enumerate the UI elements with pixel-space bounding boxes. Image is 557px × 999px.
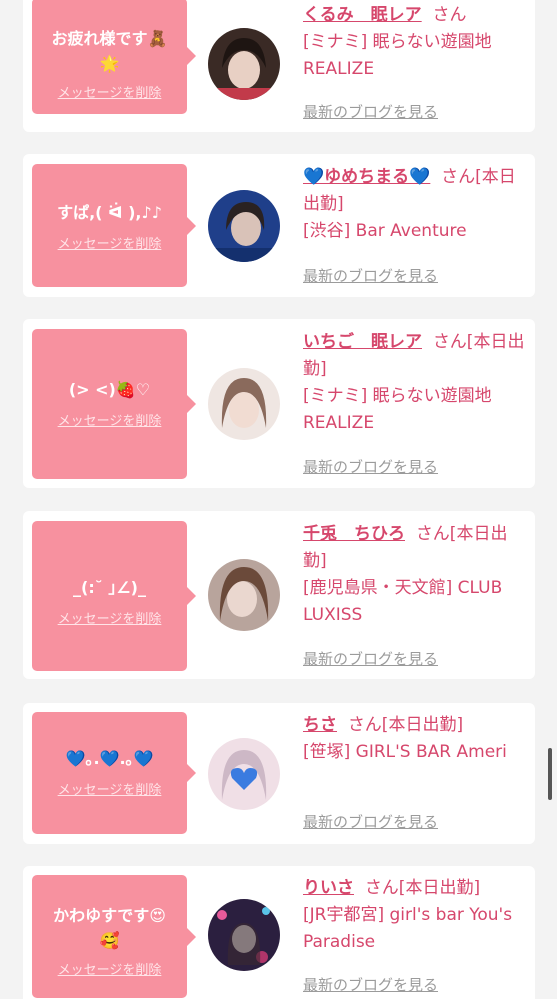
latest-blog-link[interactable]: 最新のブログを見る — [303, 265, 438, 286]
cast-info: くるみ 眠レア さん [ミナミ] 眠らない遊園地REALIZE — [303, 2, 527, 83]
message-text: すぱ,( ᐛ ),♪♪ — [57, 203, 162, 222]
latest-blog-link[interactable]: 最新のブログを見る — [303, 456, 438, 477]
avatar[interactable] — [208, 190, 280, 262]
shop-name: [笹塚] GIRL'S BAR Ameri — [303, 742, 507, 762]
avatar[interactable] — [208, 738, 280, 810]
delete-message-link[interactable]: メッセージを削除 — [32, 233, 187, 252]
delete-message-link[interactable]: メッセージを削除 — [32, 410, 187, 429]
delete-message-link[interactable]: メッセージを削除 — [32, 608, 187, 627]
message-text: _(:˘ ｣∠)_ — [73, 578, 146, 597]
message-card: (> <)🍓♡ メッセージを削除 いちご 眠レア さん[本日出勤] [ミナミ] … — [23, 319, 535, 488]
message-card: お疲れ様です🧸 🌟 メッセージを削除 くるみ 眠レア さん [ミナミ] 眠らない… — [23, 0, 535, 132]
delete-message-link[interactable]: メッセージを削除 — [32, 779, 187, 798]
cast-info: ちさ さん[本日出勤] [笹塚] GIRL'S BAR Ameri — [303, 712, 527, 766]
delete-message-link[interactable]: メッセージを削除 — [32, 82, 187, 101]
delete-message-link[interactable]: メッセージを削除 — [32, 959, 187, 978]
latest-blog-link[interactable]: 最新のブログを見る — [303, 811, 438, 832]
message-text: (> <)🍓♡ — [68, 380, 151, 399]
shop-name: [JR宇都宮] girl's bar You's Paradise — [303, 905, 513, 952]
cast-status: さん — [432, 5, 467, 25]
message-bubble: 💙｡.💙.｡💙 メッセージを削除 — [32, 712, 196, 834]
cast-info: りいさ さん[本日出勤] [JR宇都宮] girl's bar You's Pa… — [303, 875, 527, 956]
cast-info: 千兎 ちひろ さん[本日出勤] [鹿児島県・天文館] CLUB LUXISS — [303, 521, 527, 629]
message-bubble: お疲れ様です🧸 🌟 メッセージを削除 — [32, 0, 196, 114]
latest-blog-link[interactable]: 最新のブログを見る — [303, 648, 438, 669]
shop-name: [鹿児島県・天文館] CLUB LUXISS — [303, 578, 503, 625]
message-bubble: かわゆすです😍 🥰 メッセージを削除 — [32, 875, 196, 998]
message-card: すぱ,( ᐛ ),♪♪ メッセージを削除 💙ゆめちまる💙 さん[本日出勤] [渋… — [23, 154, 535, 297]
cast-name-link[interactable]: 千兎 ちひろ — [303, 524, 405, 544]
avatar[interactable] — [208, 559, 280, 631]
cast-info: いちご 眠レア さん[本日出勤] [ミナミ] 眠らない遊園地REALIZE — [303, 329, 527, 437]
latest-blog-link[interactable]: 最新のブログを見る — [303, 101, 438, 122]
cast-name-link[interactable]: りいさ — [303, 878, 354, 898]
message-text: お疲れ様です🧸 🌟 — [51, 29, 168, 73]
cast-name-link[interactable]: くるみ 眠レア — [303, 5, 422, 25]
message-text: かわゆすです😍 🥰 — [53, 906, 166, 950]
message-bubble: すぱ,( ᐛ ),♪♪ メッセージを削除 — [32, 164, 196, 287]
cast-status: さん[本日出勤] — [364, 878, 481, 898]
cast-name-link[interactable]: ちさ — [303, 715, 337, 735]
message-card: かわゆすです😍 🥰 メッセージを削除 りいさ さん[本日出勤] [JR宇都宮] … — [23, 866, 535, 999]
shop-name: [ミナミ] 眠らない遊園地REALIZE — [303, 32, 492, 79]
message-card: _(:˘ ｣∠)_ メッセージを削除 千兎 ちひろ さん[本日出勤] [鹿児島県… — [23, 511, 535, 679]
scrollbar-thumb[interactable] — [548, 748, 552, 800]
message-text: 💙｡.💙.｡💙 — [65, 749, 154, 768]
message-bubble: (> <)🍓♡ メッセージを削除 — [32, 329, 196, 479]
message-bubble: _(:˘ ｣∠)_ メッセージを削除 — [32, 521, 196, 671]
avatar[interactable] — [208, 368, 280, 440]
shop-name: [ミナミ] 眠らない遊園地REALIZE — [303, 386, 492, 433]
avatar[interactable] — [208, 899, 280, 971]
cast-name-link[interactable]: いちご 眠レア — [303, 332, 422, 352]
message-card: 💙｡.💙.｡💙 メッセージを削除 ちさ さん[本日出勤] [笹塚] GIRL'S… — [23, 703, 535, 844]
latest-blog-link[interactable]: 最新のブログを見る — [303, 974, 438, 995]
avatar[interactable] — [208, 28, 280, 100]
cast-status: さん[本日出勤] — [347, 715, 464, 735]
cast-info: 💙ゆめちまる💙 さん[本日出勤] [渋谷] Bar Aventure — [303, 164, 527, 245]
cast-name-link[interactable]: 💙ゆめちまる💙 — [303, 167, 430, 187]
shop-name: [渋谷] Bar Aventure — [303, 221, 467, 241]
